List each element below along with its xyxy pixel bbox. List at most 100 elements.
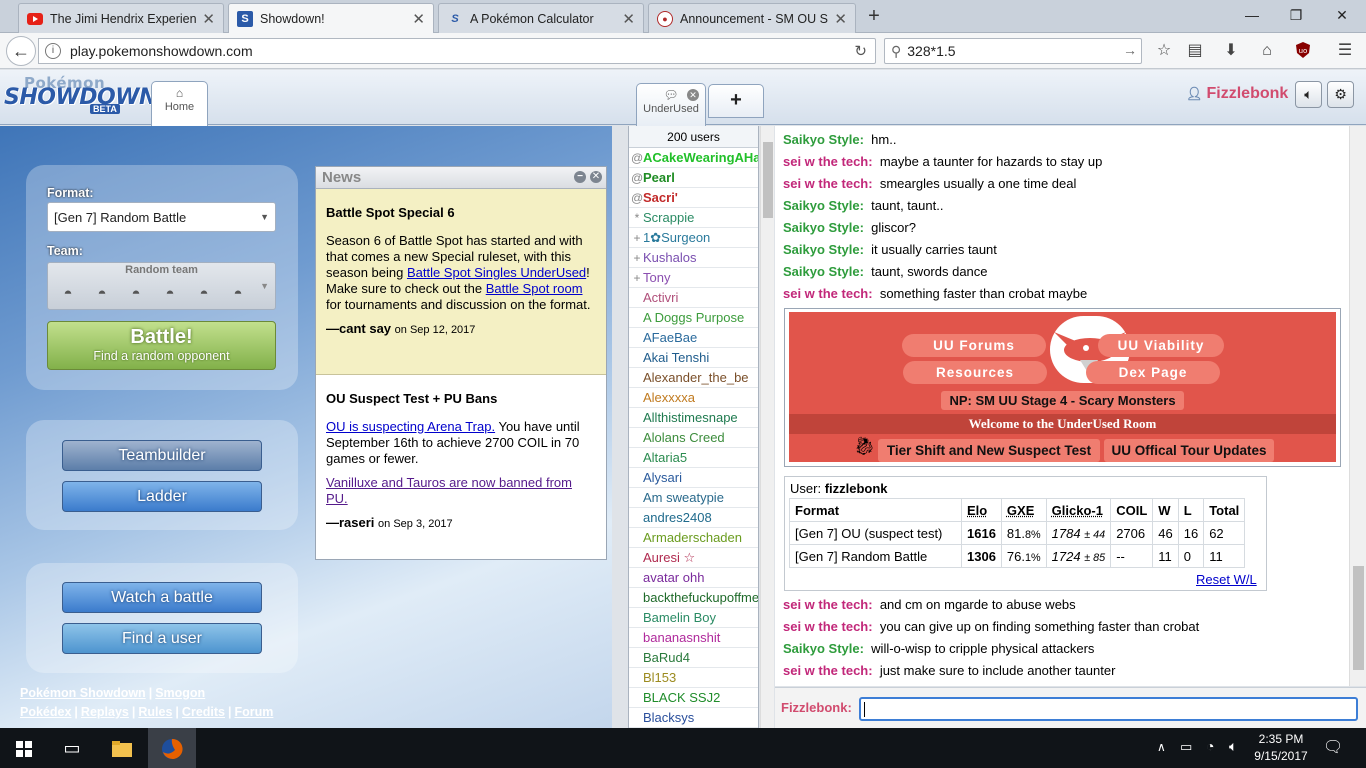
volume-icon[interactable]: 🔈︎ [1229, 738, 1237, 755]
list-item[interactable]: + Kushalos [629, 248, 758, 268]
gear-icon[interactable]: ⚙ [1327, 81, 1354, 108]
chat-username[interactable]: sei w the tech: [783, 176, 873, 191]
list-item[interactable]: BaRud4 [629, 648, 758, 668]
minimize-icon[interactable]: − [574, 171, 586, 183]
close-icon[interactable]: ✕ [687, 89, 699, 101]
reset-wl-link[interactable]: Reset W/L [1196, 572, 1257, 587]
new-room-button[interactable]: + [708, 84, 764, 118]
news-link[interactable]: Vanilluxe and Tauros are now banned from… [326, 475, 572, 506]
list-item[interactable]: Am sweatypie [629, 488, 758, 508]
close-icon[interactable]: ✕ [590, 171, 602, 183]
notifications-icon[interactable]: 🗨︎ [1323, 737, 1343, 757]
list-item[interactable]: A Doggs Purpose [629, 308, 758, 328]
bookmark-star-icon[interactable]: ☆ [1153, 41, 1175, 61]
user-menu[interactable]: 👤︎ Fizzlebonk [1186, 85, 1288, 103]
list-item[interactable]: Alysari [629, 468, 758, 488]
scrollbar-thumb[interactable] [1353, 566, 1364, 670]
list-item[interactable]: Alolans Creed [629, 428, 758, 448]
list-item[interactable]: bananasnshit [629, 628, 758, 648]
reading-list-icon[interactable]: ▤ [1184, 41, 1206, 61]
chat-username[interactable]: Saikyo Style: [783, 264, 864, 279]
firefox-icon[interactable] [148, 728, 196, 768]
dex-page-link[interactable]: Dex Page [1086, 361, 1220, 384]
footer-link-smogon[interactable]: Smogon [155, 686, 205, 700]
back-arrow-icon[interactable]: ← [6, 36, 36, 66]
browser-tab-showdown[interactable]: S Showdown! ✕ [228, 3, 434, 34]
tour-updates-link[interactable]: UU Offical Tour Updates [1104, 439, 1274, 462]
download-icon[interactable]: ⬇ [1220, 41, 1242, 61]
tab-home[interactable]: ⌂ Home [151, 81, 208, 126]
format-select[interactable]: [Gen 7] Random Battle ▼ [47, 202, 276, 232]
sound-icon[interactable]: 🔈︎ [1295, 81, 1322, 108]
list-item[interactable]: BLACK SSJ2 [629, 688, 758, 708]
taskbar-clock[interactable]: 2:35 PM 9/15/2017 [1248, 731, 1314, 765]
chat-username[interactable]: sei w the tech: [783, 286, 873, 301]
wifi-icon[interactable]: ◔ [1206, 738, 1214, 754]
uu-forums-link[interactable]: UU Forums [902, 334, 1046, 357]
chat-username[interactable]: Saikyo Style: [783, 641, 864, 656]
list-item[interactable]: * Scrappie [629, 208, 758, 228]
task-view-icon[interactable]: ▭ [48, 728, 96, 768]
footer-link-pokedex[interactable]: Pokédex [20, 705, 71, 719]
footer-link-forum[interactable]: Forum [235, 705, 274, 719]
battle-button[interactable]: Battle! Find a random opponent [47, 321, 276, 370]
search-bar[interactable]: ⚲ 328*1.5 → [884, 38, 1142, 64]
browser-tab-smogon[interactable]: ● Announcement - SM OU Su ✕ [648, 3, 856, 33]
user-list-scrollbar[interactable] [760, 126, 774, 728]
tier-shift-link[interactable]: Tier Shift and New Suspect Test [878, 439, 1100, 462]
chat-username[interactable]: Saikyo Style: [783, 132, 864, 147]
chat-username[interactable]: sei w the tech: [783, 663, 873, 678]
list-item[interactable]: Akai Tenshi [629, 348, 758, 368]
list-item[interactable]: +1✿Surgeon [629, 228, 758, 248]
list-item[interactable]: + Tony [629, 268, 758, 288]
chat-username[interactable]: Saikyo Style: [783, 198, 864, 213]
list-item[interactable]: Armaderschaden [629, 528, 758, 548]
list-item[interactable]: Bl153 [629, 668, 758, 688]
url-bar[interactable]: i play.pokemonshowdown.com ↻ [38, 38, 876, 64]
list-item[interactable]: Blacksys [629, 708, 758, 728]
news-link[interactable]: Battle Spot room [486, 281, 583, 296]
close-window-icon[interactable]: ✕ [1328, 4, 1356, 26]
close-tab-icon[interactable]: ✕ [622, 10, 635, 28]
list-item[interactable]: @ Sacri' [629, 188, 758, 208]
chat-username[interactable]: sei w the tech: [783, 154, 873, 169]
close-tab-icon[interactable]: ✕ [202, 10, 215, 28]
list-item[interactable]: Activri [629, 288, 758, 308]
chat-username[interactable]: sei w the tech: [783, 619, 873, 634]
close-tab-icon[interactable]: ✕ [412, 10, 425, 28]
showdown-logo[interactable]: Pokémon SHOWDOWN! BETA [4, 72, 167, 120]
info-icon[interactable]: i [45, 43, 61, 59]
footer-link-showdown[interactable]: Pokémon Showdown [20, 686, 146, 700]
chat-username[interactable]: sei w the tech: [783, 597, 873, 612]
file-explorer-icon[interactable] [98, 728, 146, 768]
footer-link-rules[interactable]: Rules [138, 705, 172, 719]
chat-scrollbar[interactable] [1349, 126, 1366, 686]
teambuilder-button[interactable]: Teambuilder [62, 440, 262, 471]
chat-input[interactable] [859, 697, 1358, 721]
chevron-up-icon[interactable]: ∧ [1157, 740, 1166, 754]
search-go-icon[interactable]: → [1123, 42, 1137, 58]
list-item[interactable]: AFaeBae [629, 328, 758, 348]
list-item[interactable]: andres2408 [629, 508, 758, 528]
list-item[interactable]: @ ACakeWearingAHat [629, 148, 758, 168]
chat-username[interactable]: Saikyo Style: [783, 242, 864, 257]
close-tab-icon[interactable]: ✕ [834, 10, 847, 28]
maximize-icon[interactable]: ❐ [1282, 4, 1310, 26]
search-input[interactable]: 328*1.5 [907, 43, 955, 59]
uu-viability-link[interactable]: UU Viability [1098, 334, 1224, 357]
watch-battle-button[interactable]: Watch a battle [62, 582, 262, 613]
menu-icon[interactable]: ☰ [1334, 41, 1356, 61]
find-user-button[interactable]: Find a user [62, 623, 262, 654]
footer-link-replays[interactable]: Replays [81, 705, 129, 719]
list-item[interactable]: avatar ohh [629, 568, 758, 588]
list-item[interactable]: Auresi ☆ [629, 548, 758, 568]
minimize-icon[interactable]: — [1238, 4, 1266, 26]
browser-tab-calculator[interactable]: S A Pokémon Calculator ✕ [438, 3, 644, 33]
list-item[interactable]: Altaria5 [629, 448, 758, 468]
scrollbar-thumb[interactable] [763, 142, 773, 218]
ladder-button[interactable]: Ladder [62, 481, 262, 512]
now-playing-text[interactable]: NP: SM UU Stage 4 - Scary Monsters [941, 391, 1184, 410]
list-item[interactable]: Bamelin Boy [629, 608, 758, 628]
home-icon[interactable]: ⌂ [1256, 41, 1278, 61]
ublock-icon[interactable]: uo [1292, 41, 1314, 61]
